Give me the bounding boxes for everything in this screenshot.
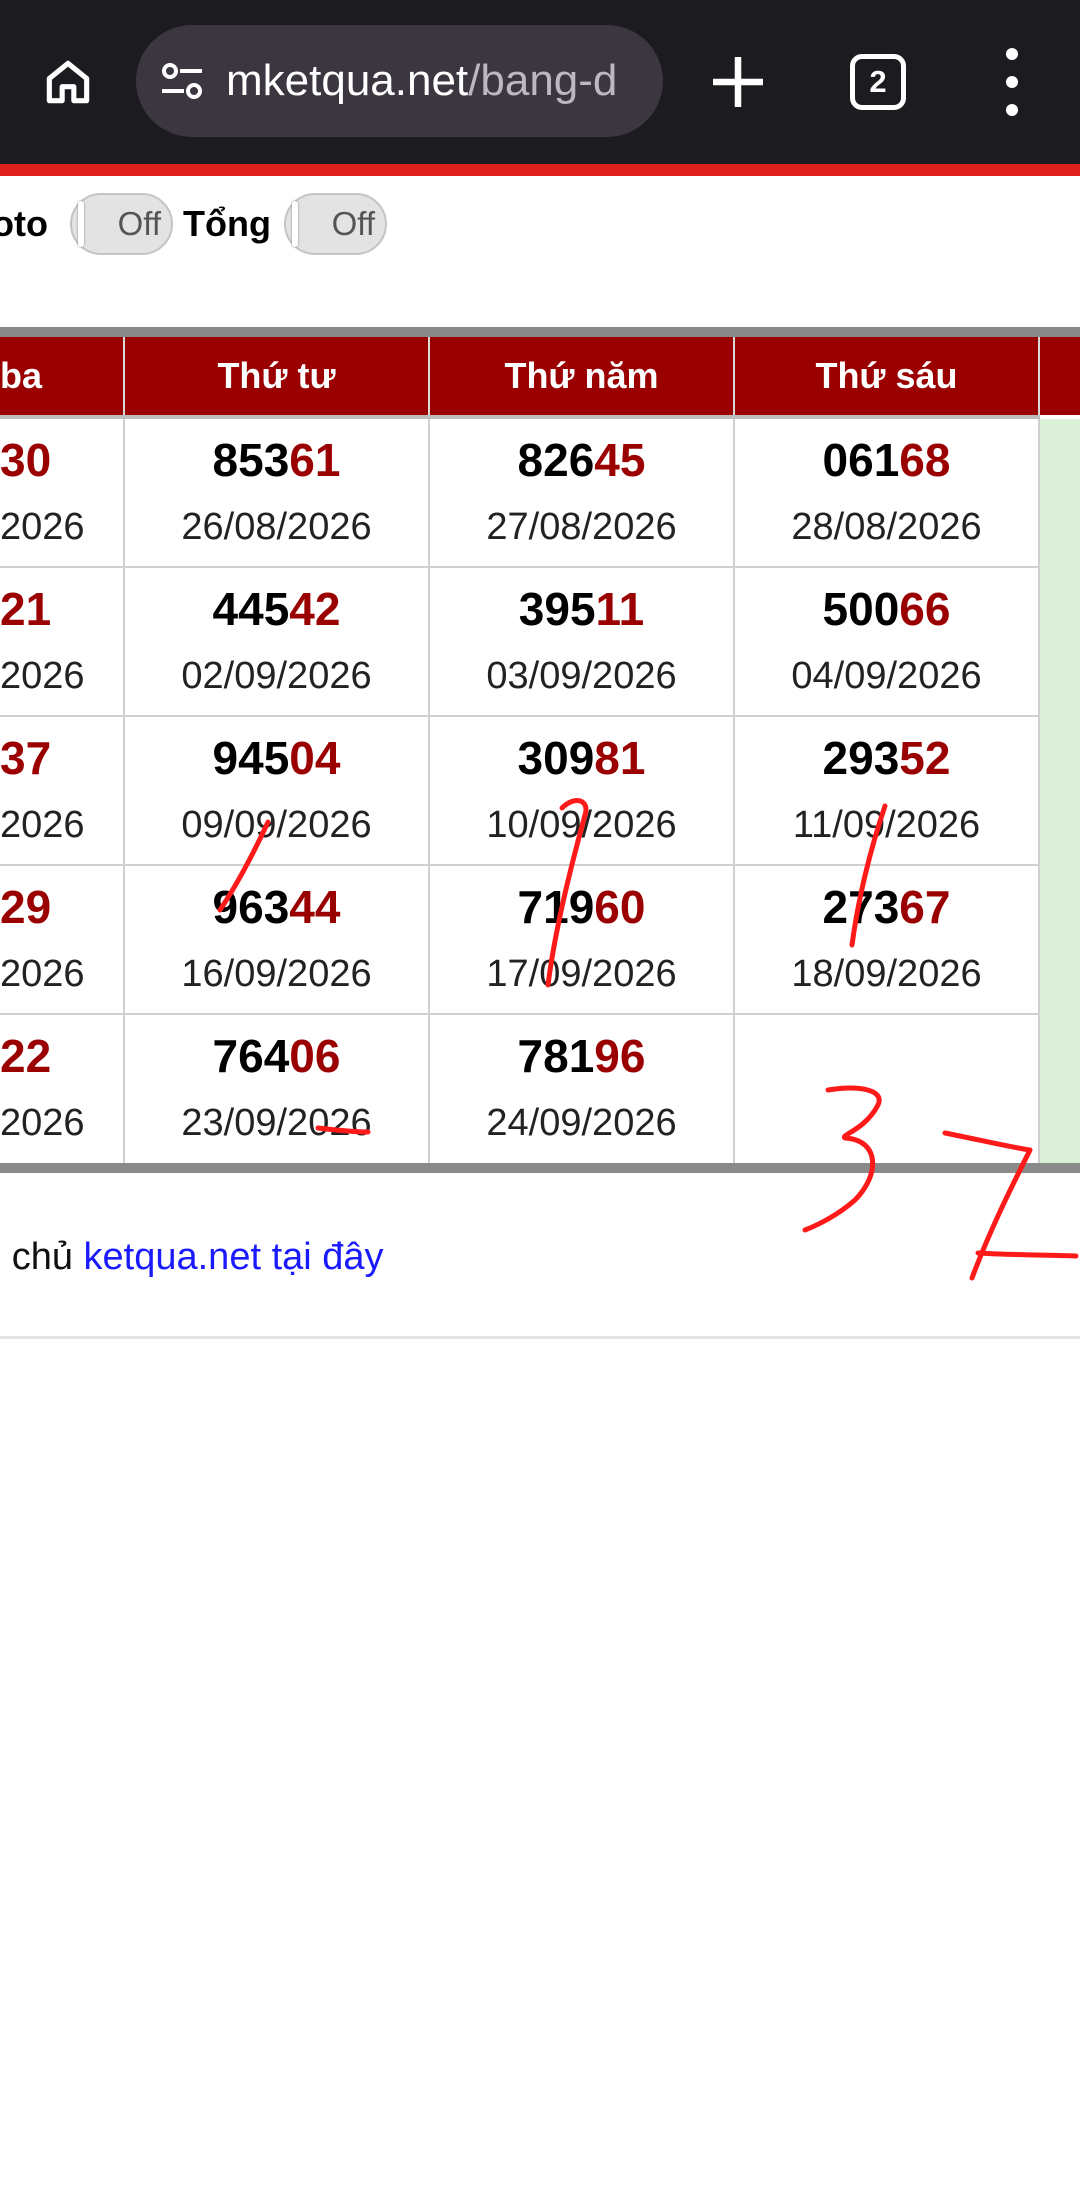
table-header-row: ba Thứ tư Thứ năm Thứ sáu: [0, 337, 1080, 415]
result-number: 96344: [212, 881, 341, 933]
menu-dot-icon: [1006, 104, 1018, 116]
result-number: 44542: [212, 583, 341, 635]
home-icon: [46, 60, 90, 104]
table-cell: 29352 11/09/2026: [735, 717, 1040, 866]
toggle-state: Off: [117, 205, 161, 242]
table-cell: 29 2026: [0, 866, 125, 1015]
header-saturday: [1040, 337, 1080, 415]
result-number: 06168: [822, 434, 951, 486]
result-date: 10/09/2026: [486, 804, 677, 846]
result-number: 78196: [517, 1030, 646, 1082]
table-cell: 82645 27/08/2026: [430, 419, 735, 568]
tab-switcher-button[interactable]: 2: [850, 54, 906, 110]
result-date: 28/08/2026: [791, 506, 982, 548]
result-date: 11/09/2026: [792, 804, 981, 846]
table-cell: 37 2026: [0, 717, 125, 866]
table-cell: 85361 26/08/2026: [125, 419, 430, 568]
results-table-body: 30 2026 85361 26/08/2026 82645 27/08/202…: [0, 419, 1080, 1163]
result-date: 24/09/2026: [486, 1102, 677, 1144]
footer-note: g chủ ketqua.net tại đây: [0, 1236, 384, 1279]
site-settings-icon[interactable]: [158, 59, 206, 103]
result-number: 50066: [822, 583, 951, 635]
table-cell: 71960 17/09/2026: [430, 866, 735, 1015]
result-number: 76406: [212, 1030, 341, 1082]
saturday-column: [1040, 419, 1080, 1163]
result-date: 23/09/2026: [181, 1102, 372, 1144]
new-tab-button[interactable]: [708, 52, 768, 112]
menu-dot-icon: [1006, 76, 1018, 88]
table-cell: 30 2026: [0, 419, 125, 568]
result-number: 29352: [822, 732, 951, 784]
table-cell: 76406 23/09/2026: [125, 1015, 430, 1163]
table-cell: 94504 09/09/2026: [125, 717, 430, 866]
scribble-stroke: [975, 1250, 1079, 1259]
footer-prefix: g chủ: [0, 1236, 73, 1278]
result-number: 30981: [517, 732, 646, 784]
result-date: 2026: [0, 506, 85, 548]
result-date: 16/09/2026: [181, 953, 372, 995]
table-cell: 39511 03/09/2026: [430, 568, 735, 717]
result-date: 04/09/2026: [791, 655, 982, 697]
table-bottom-border: [0, 1163, 1080, 1173]
result-date: 2026: [0, 655, 85, 697]
address-bar[interactable]: mketqua.net/bang-d: [136, 25, 663, 137]
result-date: 02/09/2026: [181, 655, 372, 697]
result-number: 21: [0, 583, 52, 635]
table-cell: 06168 28/08/2026: [735, 419, 1040, 568]
table-cell: 44542 02/09/2026: [125, 568, 430, 717]
result-number: 39511: [518, 583, 645, 635]
result-date: 2026: [0, 804, 85, 846]
result-number: 30: [0, 434, 52, 486]
url-host: mketqua.net: [226, 56, 469, 105]
header-thursday: Thứ năm: [430, 337, 735, 415]
header-tuesday: ba: [0, 337, 125, 415]
table-cell: 21 2026: [0, 568, 125, 717]
result-number: 94504: [212, 732, 341, 784]
url-text: mketqua.net/bang-d: [226, 25, 617, 137]
browser-toolbar: mketqua.net/bang-d 2: [0, 0, 1080, 164]
ketqua-link[interactable]: ketqua.net tại đây: [84, 1236, 384, 1278]
table-cell-empty: [735, 1015, 1040, 1163]
loto-toggle-label: oto: [0, 203, 48, 244]
url-path: /bang-d: [468, 56, 618, 105]
table-cell: 22 2026: [0, 1015, 125, 1163]
result-number: 27367: [822, 881, 951, 933]
plus-icon: [713, 57, 763, 107]
result-date: 03/09/2026: [486, 655, 677, 697]
toggle-state: Off: [331, 205, 375, 242]
result-date: 2026: [0, 1102, 85, 1144]
tong-toggle-label: Tổng: [183, 203, 271, 244]
loto-toggle[interactable]: Off: [70, 193, 173, 255]
result-number: 29: [0, 881, 52, 933]
table-cell: 27367 18/09/2026: [735, 866, 1040, 1015]
result-number: 82645: [517, 434, 646, 486]
result-date: 17/09/2026: [486, 953, 677, 995]
table-top-border: [0, 327, 1080, 337]
header-friday: Thứ sáu: [735, 337, 1040, 415]
footer-divider: [0, 1336, 1080, 1339]
header-wednesday: Thứ tư: [125, 337, 430, 415]
home-button[interactable]: [34, 44, 102, 120]
result-date: 26/08/2026: [181, 506, 372, 548]
result-date: 27/08/2026: [486, 506, 677, 548]
result-date: 2026: [0, 953, 85, 995]
result-number: 71960: [517, 881, 646, 933]
result-date: 09/09/2026: [181, 804, 372, 846]
result-number: 37: [0, 732, 52, 784]
result-number: 22: [0, 1030, 52, 1082]
table-cell: 96344 16/09/2026: [125, 866, 430, 1015]
more-options-button[interactable]: [994, 48, 1030, 116]
table-cell: 30981 10/09/2026: [430, 717, 735, 866]
table-cell: 50066 04/09/2026: [735, 568, 1040, 717]
table-cell: 78196 24/09/2026: [430, 1015, 735, 1163]
page-top-accent-line: [0, 164, 1080, 176]
result-date: 18/09/2026: [791, 953, 982, 995]
result-number: 85361: [212, 434, 341, 486]
menu-dot-icon: [1006, 48, 1018, 60]
tong-toggle[interactable]: Off: [284, 193, 387, 255]
